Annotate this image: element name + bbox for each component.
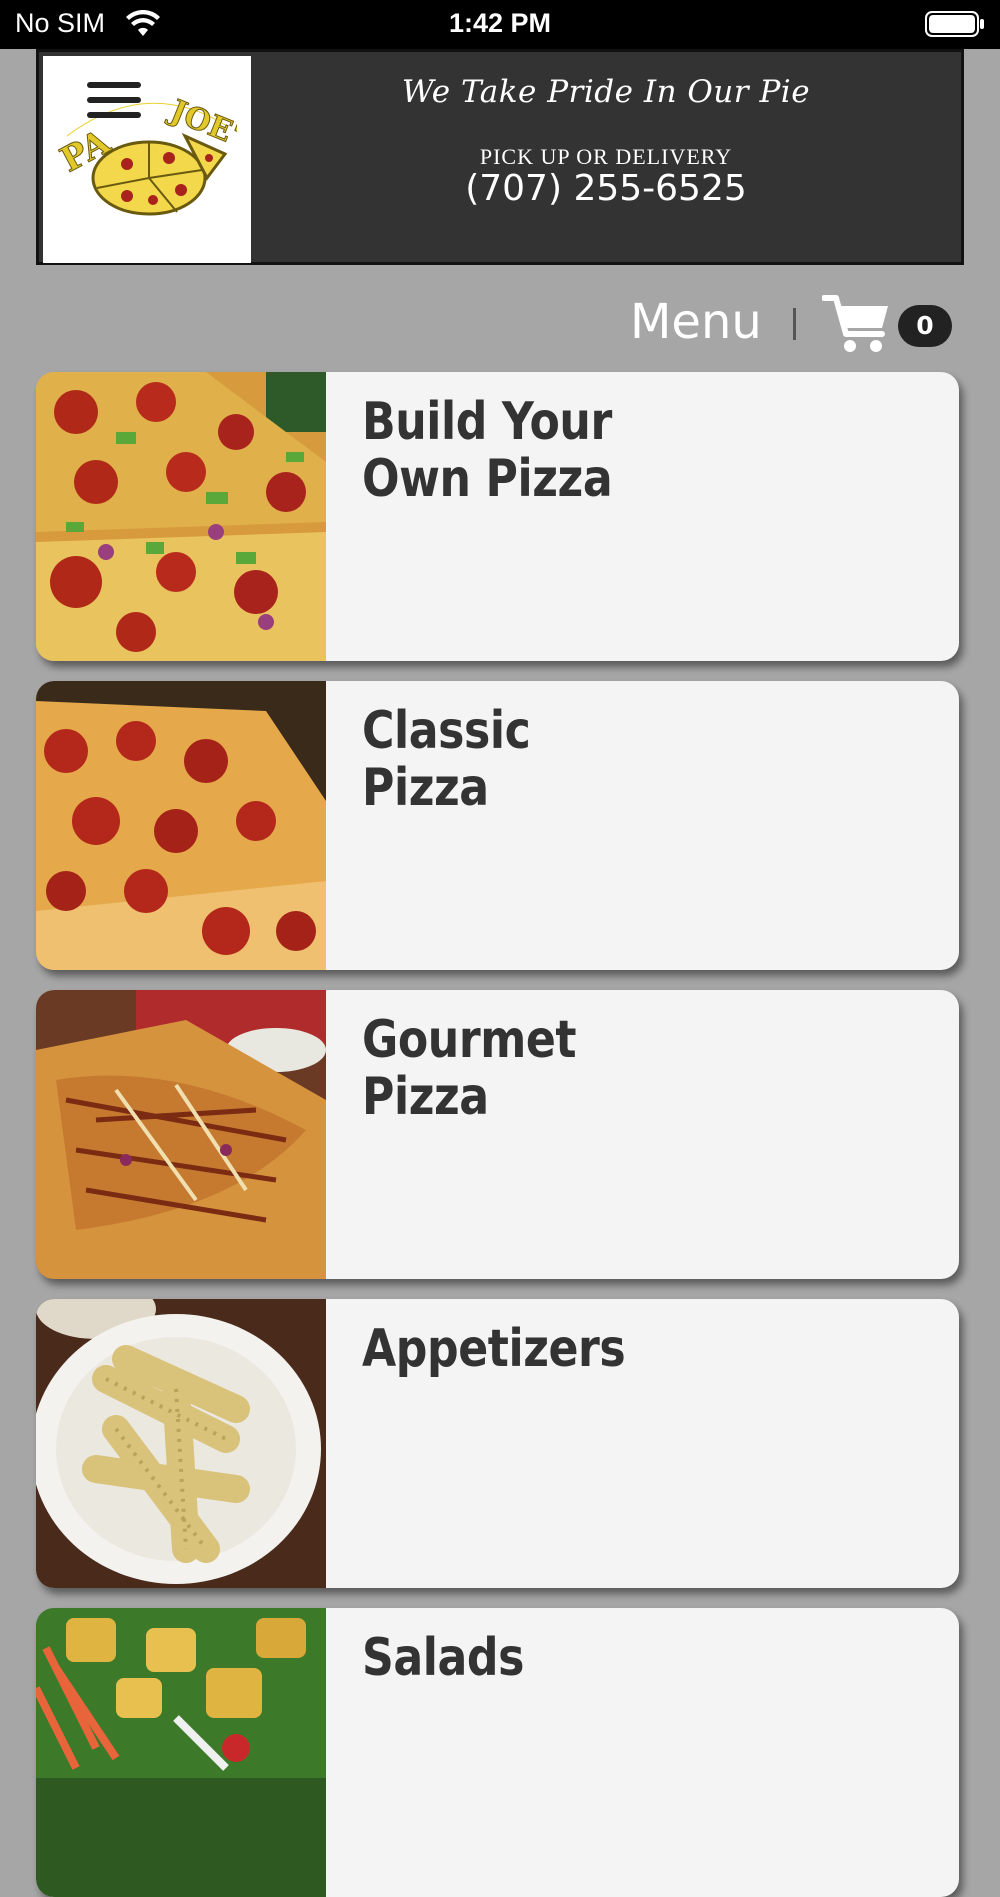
hamburger-menu-button[interactable] bbox=[87, 82, 141, 126]
hamburger-line-icon bbox=[87, 82, 141, 88]
salad-image bbox=[36, 1608, 326, 1897]
header-banner: PA JOE'S We Take Pride In Our Pie PICK U… bbox=[36, 49, 964, 265]
shopping-cart-icon[interactable] bbox=[822, 290, 892, 356]
pepperoni-pizza-image bbox=[36, 681, 326, 970]
cart-count-badge[interactable]: 0 bbox=[898, 305, 952, 347]
category-card-gourmet-pizza[interactable]: Gourmet Pizza bbox=[36, 990, 959, 1279]
battery-icon bbox=[925, 11, 984, 37]
category-card-classic-pizza[interactable]: Classic Pizza bbox=[36, 681, 959, 970]
clock: 1:42 PM bbox=[448, 8, 552, 38]
pickup-label: PICK UP OR DELIVERY bbox=[479, 144, 733, 169]
logo[interactable]: PA JOE'S bbox=[43, 56, 251, 263]
category-card-appetizers[interactable]: Appetizers bbox=[36, 1299, 959, 1588]
category-title: Build Your Own Pizza bbox=[362, 392, 613, 509]
garlic-knots-image bbox=[36, 1299, 326, 1588]
status-bar: No SIM 1:42 PM bbox=[0, 0, 1000, 49]
hamburger-line-icon bbox=[87, 112, 141, 118]
pizza-logo-icon: PA JOE'S bbox=[57, 96, 237, 216]
nav-divider bbox=[793, 308, 796, 340]
category-card-salads[interactable]: Salads bbox=[36, 1608, 959, 1897]
menu-link[interactable]: Menu bbox=[630, 294, 762, 350]
category-title: Classic Pizza bbox=[362, 701, 531, 818]
nav-row: Menu 0 bbox=[0, 290, 1000, 360]
category-card-build-your-own-pizza[interactable]: Build Your Own Pizza bbox=[36, 372, 959, 661]
bbq-pizza-image bbox=[36, 990, 326, 1279]
category-title: Salads bbox=[362, 1628, 525, 1688]
hamburger-line-icon bbox=[87, 97, 141, 103]
phone-number[interactable]: (707) 255-6525 bbox=[251, 168, 961, 209]
pepperoni-veggie-pizza-image bbox=[36, 372, 326, 661]
category-title: Appetizers bbox=[362, 1319, 626, 1379]
category-title: Gourmet Pizza bbox=[362, 1010, 577, 1127]
tagline: We Take Pride In Our Pie bbox=[401, 74, 811, 110]
